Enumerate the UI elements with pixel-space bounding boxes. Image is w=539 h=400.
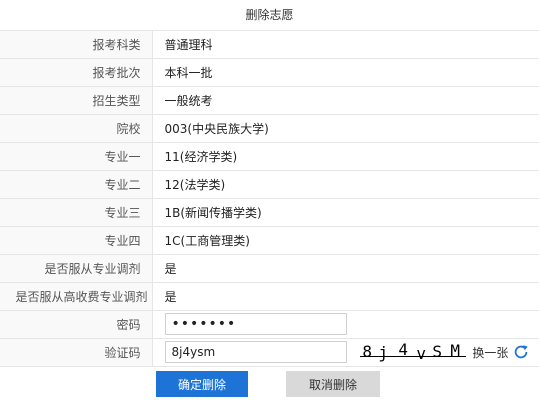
- field-value: 003(中央民族大学): [152, 114, 539, 143]
- captcha-char: 8: [362, 342, 372, 361]
- field-value: 12(法学类): [152, 170, 539, 199]
- form-row: 报考批次 本科一批: [0, 58, 539, 87]
- captcha-group: 8 j 4 v S M 换一张: [360, 342, 530, 362]
- field-value: 普通理科: [152, 30, 539, 59]
- field-value: 11(经济学类): [152, 142, 539, 171]
- captcha-char: S: [432, 342, 442, 361]
- password-row: 密码: [0, 310, 539, 339]
- refresh-icon[interactable]: [512, 343, 530, 361]
- field-value: 是: [152, 282, 539, 311]
- form-row: 专业四 1C(工商管理类): [0, 226, 539, 255]
- field-label: 是否服从高收费专业调剂: [0, 282, 153, 311]
- captcha-refresh-link[interactable]: 换一张: [472, 344, 508, 361]
- form-title: 删除志愿: [0, 0, 539, 31]
- form-row: 是否服从高收费专业调剂 是: [0, 282, 539, 311]
- field-label: 招生类型: [0, 86, 153, 115]
- form-row: 专业二 12(法学类): [0, 170, 539, 199]
- field-label: 专业四: [0, 226, 153, 255]
- confirm-delete-button[interactable]: 确定删除: [156, 371, 248, 397]
- field-label: 专业三: [0, 198, 153, 227]
- cancel-delete-button[interactable]: 取消删除: [286, 371, 380, 397]
- password-label: 密码: [0, 310, 153, 339]
- captcha-noise-line: [360, 356, 467, 357]
- field-label: 报考科类: [0, 30, 153, 59]
- form-title-row: 删除志愿: [0, 0, 539, 31]
- field-label: 报考批次: [0, 58, 153, 87]
- field-value: 是: [152, 254, 539, 283]
- captcha-char: v: [416, 344, 426, 362]
- captcha-char: M: [450, 342, 460, 360]
- captcha-row: 验证码 8 j 4 v S M 换一张: [0, 338, 539, 367]
- form-row: 专业一 11(经济学类): [0, 142, 539, 171]
- delete-preference-form: 删除志愿 报考科类 普通理科 报考批次 本科一批 招生类型 一般统考 院校 00…: [0, 0, 539, 367]
- password-input[interactable]: [164, 313, 347, 335]
- field-label: 是否服从专业调剂: [0, 254, 153, 283]
- form-row: 是否服从专业调剂 是: [0, 254, 539, 283]
- field-label: 院校: [0, 114, 153, 143]
- field-value: 1B(新闻传播学类): [152, 198, 539, 227]
- captcha-label: 验证码: [0, 338, 153, 367]
- form-row: 专业三 1B(新闻传播学类): [0, 198, 539, 227]
- field-label: 专业二: [0, 170, 153, 199]
- form-row: 报考科类 普通理科: [0, 30, 539, 59]
- field-value: 一般统考: [152, 86, 539, 115]
- captcha-input[interactable]: [164, 341, 347, 363]
- field-value: 本科一批: [152, 58, 539, 87]
- form-row: 招生类型 一般统考: [0, 86, 539, 115]
- captcha-image[interactable]: 8 j 4 v S M: [360, 342, 467, 362]
- field-label: 专业一: [0, 142, 153, 171]
- captcha-char: j: [378, 343, 388, 362]
- field-value: 1C(工商管理类): [152, 226, 539, 255]
- form-row: 院校 003(中央民族大学): [0, 114, 539, 143]
